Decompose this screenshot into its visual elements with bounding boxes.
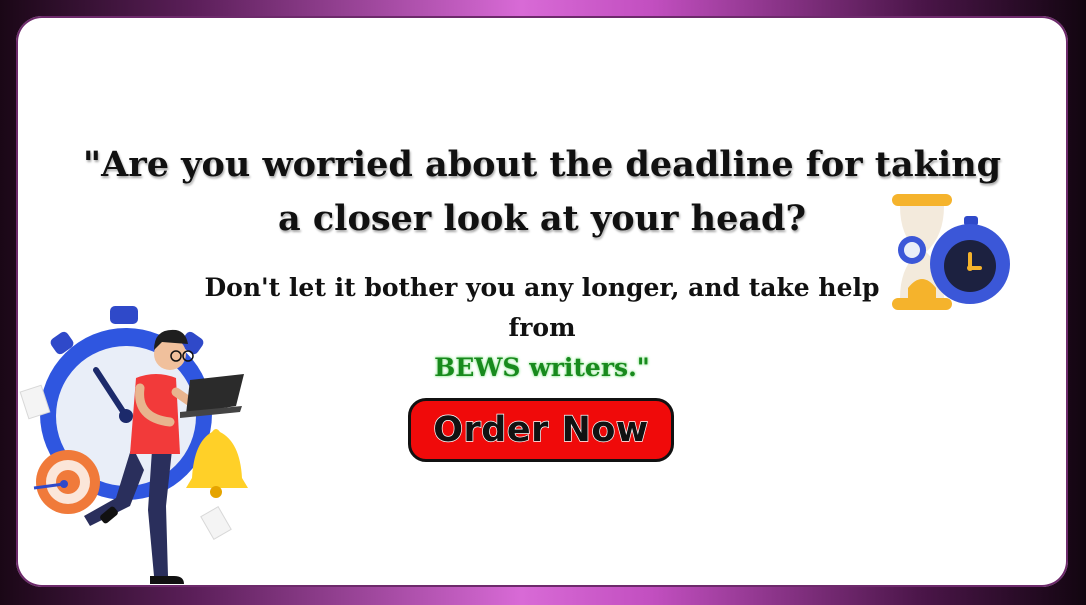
headline-line-1: "Are you worried about the deadline for …	[82, 144, 1002, 185]
stopwatch-icon	[930, 216, 1010, 304]
banner-card: "Are you worried about the deadline for …	[16, 16, 1068, 587]
person-laptop-icon	[19, 306, 248, 584]
hourglass-icon	[892, 194, 1010, 310]
order-now-button[interactable]: Order Now	[408, 398, 674, 462]
target-icon	[33, 450, 100, 514]
